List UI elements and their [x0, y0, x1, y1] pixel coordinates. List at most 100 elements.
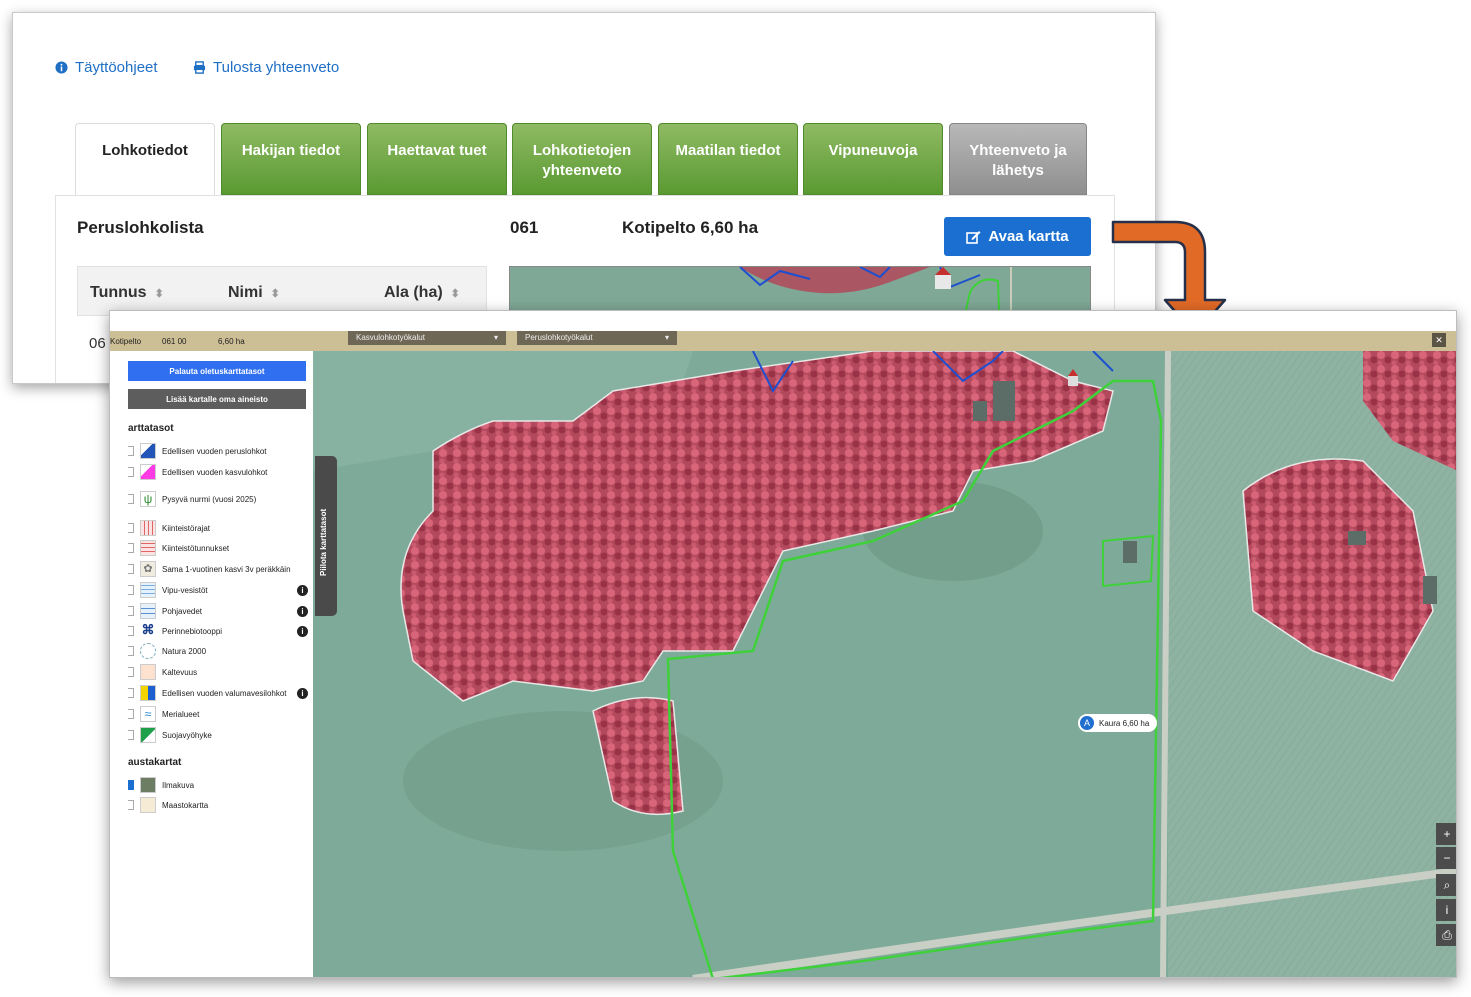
tab-label: Maatilan tiedot [675, 142, 781, 159]
aerial-map[interactable]: A Kaura 6,60 ha + − ⌕ i ⎙ [313, 350, 1456, 977]
table-row-partial: 06 [89, 335, 106, 352]
layer-label: Edellisen vuoden kasvulohkot [162, 467, 268, 477]
checkbox[interactable] [128, 730, 134, 740]
column-ala[interactable]: Ala (ha) ⬍ [384, 284, 460, 302]
biotope-icon: ⌘ [140, 622, 156, 639]
column-label: Tunnus [90, 284, 147, 301]
tab-label: Yhteenveto ja lähetys [969, 142, 1067, 179]
base-parcel-tools-dropdown[interactable]: Peruslohkotyökalut ▾ [517, 331, 677, 345]
layer-item[interactable]: Pohjavedet i [128, 603, 308, 619]
prev-base-parcels-icon [140, 443, 156, 459]
checkbox[interactable] [128, 523, 134, 533]
slope-icon [140, 664, 156, 680]
dropdown-label: Kasvulohkotyökalut [356, 333, 425, 342]
block-id: 061 [510, 218, 539, 237]
checkbox[interactable] [128, 467, 134, 477]
tab-label: Lohkotiedot [102, 142, 188, 159]
layer-item[interactable]: ≈ Merialueet [128, 706, 308, 722]
property-ids-icon [140, 540, 156, 556]
checkbox[interactable] [128, 688, 134, 698]
runoff-parcels-icon [140, 685, 156, 701]
tab-lohkotiedot[interactable]: Lohkotiedot [75, 123, 215, 197]
checkbox[interactable] [128, 585, 134, 595]
layer-item[interactable]: Natura 2000 [128, 643, 308, 659]
checkbox[interactable] [128, 626, 134, 636]
map-window: Kotipelto 061 00 6,60 ha Kasvulohkotyöka… [109, 310, 1457, 978]
info-icon[interactable]: i [297, 625, 308, 637]
layer-item[interactable]: Edellisen vuoden peruslohkot [128, 443, 308, 459]
layer-item[interactable]: ✿ Sama 1-vuotinen kasvi 3v peräkkäin [128, 561, 308, 577]
info-icon [55, 61, 68, 74]
layer-label: Perinnebiotooppi [162, 626, 223, 636]
checkbox[interactable] [128, 646, 134, 656]
checkbox[interactable] [128, 606, 134, 616]
instructions-link[interactable]: Täyttöohjeet [55, 59, 158, 76]
chevron-down-icon: ▾ [493, 333, 498, 342]
base-map-label: Maastokartta [162, 800, 209, 810]
layer-item[interactable]: Edellisen vuoden valumavesilohkot i [128, 685, 308, 701]
info-icon[interactable]: i [297, 687, 308, 699]
tab-maatilan-tiedot[interactable]: Maatilan tiedot [658, 123, 798, 195]
checkbox[interactable] [128, 543, 134, 553]
base-map-item[interactable]: Ilmakuva [128, 777, 308, 793]
info-area: 6,60 ha [218, 337, 245, 346]
layer-item[interactable]: ψ Pysyvä nurmi (vuosi 2025) [128, 491, 308, 507]
radio[interactable] [128, 800, 134, 810]
checkbox[interactable] [128, 564, 134, 574]
tab-hakijan-tiedot[interactable]: Hakijan tiedot [221, 123, 361, 195]
layer-label: Merialueet [162, 709, 200, 719]
zoom-in-button[interactable]: + [1436, 823, 1456, 845]
base-map-item[interactable]: Maastokartta [128, 797, 308, 813]
column-tunnus[interactable]: Tunnus ⬍ [90, 284, 164, 302]
layer-label: Edellisen vuoden valumavesilohkot [162, 688, 287, 698]
sort-icon: ⬍ [270, 288, 280, 300]
close-icon[interactable]: ✕ [1432, 333, 1446, 347]
checkbox[interactable] [128, 667, 134, 677]
layer-item[interactable]: Suojavyöhyke [128, 727, 308, 743]
restore-layers-button[interactable]: Palauta oletuskarttatasot [128, 361, 306, 381]
info-id: 061 00 [162, 337, 187, 346]
aerial-icon [140, 777, 156, 793]
tab-haettavat-tuet[interactable]: Haettavat tuet [367, 123, 507, 195]
checkbox[interactable] [128, 494, 134, 504]
layer-label: Natura 2000 [162, 646, 207, 656]
edit-icon [966, 230, 981, 244]
checkbox[interactable] [128, 446, 134, 456]
layer-item[interactable]: Kaltevuus [128, 664, 308, 680]
print-icon[interactable]: ⎙ [1436, 924, 1456, 946]
list-title: Peruslohkolista [77, 218, 204, 237]
add-own-data-button[interactable]: Lisää kartalle oma aineisto [128, 389, 306, 409]
layer-label: Kiinteistörajat [162, 523, 211, 533]
layer-item[interactable]: Vipu-vesistöt i [128, 582, 308, 598]
info-icon[interactable]: i [297, 584, 308, 596]
tab-vipuneuvoja[interactable]: Vipuneuvoja [803, 123, 943, 195]
layer-label: Pysyvä nurmi (vuosi 2025) [162, 494, 257, 504]
radio-selected[interactable] [128, 780, 134, 790]
tab-lohkotietojen-yhteenveto[interactable]: Lohkotietojen yhteenveto [512, 123, 652, 195]
instructions-link-label: Täyttöohjeet [75, 59, 158, 76]
groundwater-icon [140, 603, 156, 619]
column-nimi[interactable]: Nimi ⬍ [228, 284, 280, 302]
layer-item[interactable]: Kiinteistötunnukset [128, 540, 308, 556]
zoom-out-button[interactable]: − [1436, 847, 1456, 869]
print-summary-link[interactable]: Tulosta yhteenveto [193, 59, 339, 76]
column-label: Ala (ha) [384, 284, 443, 301]
base-maps-heading: austakartat [128, 757, 182, 768]
sort-icon: ⬍ [154, 288, 164, 300]
open-map-button[interactable]: Avaa kartta [944, 217, 1091, 256]
parcel-label-text: Kaura 6,60 ha [1099, 718, 1150, 728]
tab-yhteenveto-ja-lahetys[interactable]: Yhteenveto ja lähetys [949, 123, 1087, 195]
info-icon[interactable]: i [297, 605, 308, 617]
layer-item[interactable]: Kiinteistörajat [128, 520, 308, 536]
dropdown-label: Peruslohkotyökalut [525, 333, 593, 342]
layer-item[interactable]: ⌘ Perinnebiotooppi i [128, 623, 308, 639]
layer-item[interactable]: Edellisen vuoden kasvulohkot [128, 464, 308, 480]
info-icon[interactable]: i [1436, 899, 1456, 921]
search-icon[interactable]: ⌕ [1436, 874, 1456, 896]
hide-layers-toggle[interactable]: Piilota karttatasot [315, 456, 337, 616]
tab-label: Haettavat tuet [387, 142, 487, 159]
sort-icon: ⬍ [450, 288, 460, 300]
checkbox[interactable] [128, 709, 134, 719]
crop-parcel-tools-dropdown[interactable]: Kasvulohkotyökalut ▾ [348, 331, 506, 345]
parcel-label[interactable]: A Kaura 6,60 ha [1078, 714, 1158, 732]
